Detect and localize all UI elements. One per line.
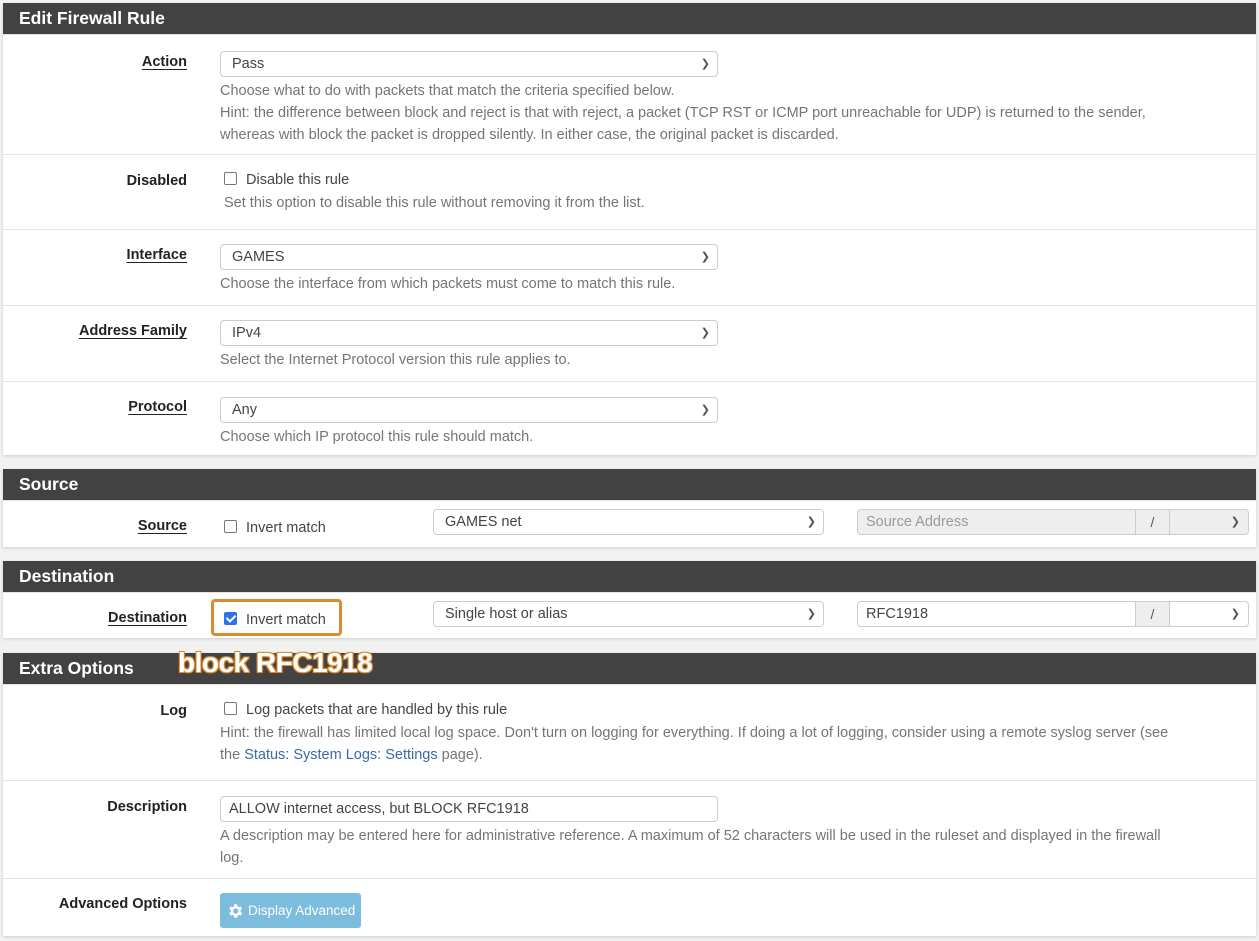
gear-icon	[229, 903, 243, 918]
action-select[interactable]: Pass ❯	[220, 51, 718, 77]
action-select-value: Pass	[232, 56, 265, 72]
address-family-help: Select the Internet Protocol version thi…	[220, 352, 571, 368]
description-row: Description ALLOW internet access, but B…	[3, 780, 1256, 878]
annotation-label: block RFC1918	[177, 646, 373, 679]
panel-title: Edit Firewall Rule	[3, 3, 1256, 34]
log-label: Log	[160, 703, 187, 719]
advanced-options-label: Advanced Options	[58, 896, 187, 912]
chevron-down-icon: ❯	[700, 251, 710, 263]
disable-rule-checkbox[interactable]	[224, 172, 237, 185]
interface-select-value: GAMES	[232, 249, 285, 265]
action-hint-line1: Hint: the difference between block and r…	[220, 105, 1146, 121]
disabled-row: Disabled Disable this rule Set this opti…	[3, 154, 1256, 229]
display-advanced-button[interactable]: Display Advanced	[220, 893, 362, 928]
chevron-down-icon: ❯	[700, 404, 710, 416]
protocol-select-value: Any	[232, 402, 257, 418]
action-label[interactable]: Action	[142, 54, 187, 70]
interface-label[interactable]: Interface	[127, 247, 187, 263]
address-family-label[interactable]: Address Family	[79, 323, 187, 339]
destination-mask-select[interactable]: ❯	[1170, 602, 1248, 626]
advanced-options-row: Advanced Options Display Advanced	[3, 878, 1256, 937]
description-input[interactable]: ALLOW internet access, but BLOCK RFC1918	[220, 796, 718, 822]
destination-type-select[interactable]: Single host or alias ❯	[433, 601, 824, 627]
chevron-down-icon: ❯	[1230, 516, 1240, 528]
interface-help: Choose the interface from which packets …	[220, 276, 676, 292]
disable-rule-checkbox-label[interactable]: Disable this rule	[246, 172, 349, 188]
display-advanced-label: Display Advanced	[248, 903, 356, 918]
action-help: Choose what to do with packets that matc…	[220, 83, 675, 99]
source-panel: Source Source Invert match GAMES net ❯ S…	[3, 469, 1256, 547]
disabled-label: Disabled	[126, 173, 187, 189]
destination-label[interactable]: Destination	[108, 610, 187, 626]
log-hint-line1: Hint: the firewall has limited local log…	[220, 725, 1169, 741]
chevron-down-icon: ❯	[700, 327, 710, 339]
chevron-down-icon: ❯	[700, 58, 710, 70]
protocol-label[interactable]: Protocol	[128, 399, 187, 415]
panel-title: Source	[3, 469, 1256, 500]
source-address-group: Source Address / ❯	[857, 509, 1249, 535]
log-hint-post: page).	[437, 747, 483, 763]
action-row: Action Pass ❯ Choose what to do with pac…	[3, 34, 1256, 154]
log-checkbox[interactable]	[224, 702, 237, 715]
chevron-down-icon: ❯	[1230, 608, 1240, 620]
description-help-line2: log.	[220, 850, 244, 866]
panel-title: Destination	[3, 561, 1256, 592]
interface-row: Interface GAMES ❯ Choose the interface f…	[3, 229, 1256, 305]
source-invert-checkbox[interactable]	[224, 520, 237, 533]
source-type-select[interactable]: GAMES net ❯	[433, 509, 824, 535]
system-logs-settings-link[interactable]: Status: System Logs: Settings	[244, 747, 437, 763]
source-row: Source Invert match GAMES net ❯ Source A…	[3, 500, 1256, 548]
source-address-input[interactable]: Source Address	[858, 510, 1135, 534]
log-hint-pre: the	[220, 747, 245, 763]
source-invert-label[interactable]: Invert match	[246, 520, 326, 536]
source-type-value: GAMES net	[445, 514, 522, 530]
destination-row: Destination Invert match Single host or …	[3, 592, 1256, 639]
description-help-line1: A description may be entered here for ad…	[220, 828, 1161, 844]
interface-select[interactable]: GAMES ❯	[220, 244, 718, 270]
address-family-select-value: IPv4	[232, 325, 262, 341]
protocol-row: Protocol Any ❯ Choose which IP protocol …	[3, 381, 1256, 458]
destination-panel: Destination Destination Invert match Sin…	[3, 561, 1256, 638]
annotation-highlight-box	[211, 599, 342, 636]
protocol-help: Choose which IP protocol this rule shoul…	[220, 429, 534, 445]
destination-slash: /	[1135, 602, 1170, 626]
disabled-help: Set this option to disable this rule wit…	[224, 195, 645, 211]
source-label[interactable]: Source	[138, 518, 187, 534]
chevron-down-icon: ❯	[806, 608, 816, 620]
destination-address-group: RFC1918 / ❯	[857, 601, 1249, 627]
destination-address-input[interactable]: RFC1918	[858, 602, 1135, 626]
address-family-row: Address Family IPv4 ❯ Select the Interne…	[3, 305, 1256, 381]
source-slash: /	[1135, 510, 1170, 534]
source-mask-select[interactable]: ❯	[1170, 510, 1248, 534]
destination-type-value: Single host or alias	[445, 606, 568, 622]
log-row: Log Log packets that are handled by this…	[3, 684, 1256, 780]
chevron-down-icon: ❯	[806, 516, 816, 528]
log-checkbox-label[interactable]: Log packets that are handled by this rul…	[246, 702, 507, 718]
extra-options-panel: Extra Options Log Log packets that are h…	[3, 653, 1256, 936]
protocol-select[interactable]: Any ❯	[220, 397, 718, 423]
description-label: Description	[107, 799, 187, 815]
address-family-select[interactable]: IPv4 ❯	[220, 320, 718, 346]
edit-firewall-rule-panel: Edit Firewall Rule Action Pass ❯ Choose …	[3, 3, 1256, 455]
action-hint-line2: whereas with block the packet is dropped…	[220, 127, 839, 143]
